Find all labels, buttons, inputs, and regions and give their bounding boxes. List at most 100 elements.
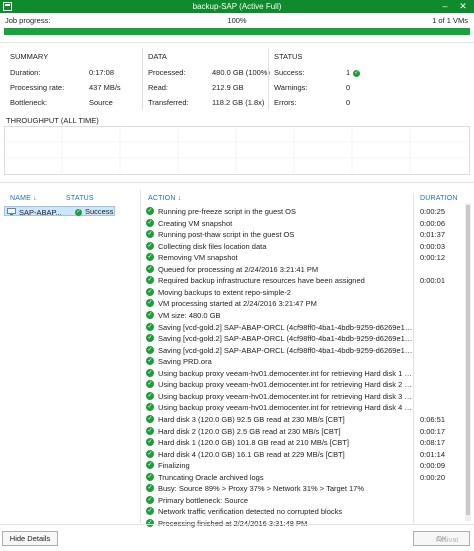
action-text: Busy: Source 89% > Proxy 37% > Network 3… (158, 484, 365, 494)
action-row[interactable]: ✓ Using backup proxy veeam-hv01.democente… (146, 379, 468, 390)
action-row[interactable]: ✓ Primary bottleneck: Source (146, 495, 468, 506)
success-check-icon: ✓ (146, 253, 154, 262)
vm-list-item[interactable]: SAP-ABAP... ✓ Success (4, 206, 115, 217)
job-progress-count: 1 of 1 VMs (432, 16, 468, 25)
success-check-icon: ✓ (146, 357, 154, 366)
action-row[interactable]: ✓ Hard disk 2 (120.0 GB) 2.5 GB read at 2… (146, 426, 468, 437)
divider (142, 48, 143, 110)
action-text: Hard disk 4 (120.0 GB) 16.1 GB read at 2… (158, 449, 345, 459)
success-check-icon: ✓ (146, 207, 154, 215)
read-label: Read: (148, 83, 169, 92)
action-log-scrollbar[interactable] (465, 203, 471, 521)
action-text: Truncating Oracle archived logs (158, 472, 264, 482)
action-row[interactable]: ✓ Saving [vcd-gold.2] SAP-ABAP-ORCL (4cf9… (146, 333, 468, 344)
action-duration: 0:01:14 (420, 449, 446, 459)
success-check-icon: ✓ (146, 484, 154, 493)
action-row[interactable]: ✓ VM size: 480.0 GB (146, 310, 468, 321)
action-duration: 0:00:25 (420, 207, 446, 216)
vm-icon (7, 208, 16, 215)
success-check-icon: ✓ (146, 391, 154, 400)
column-header-status[interactable]: STATUS (66, 195, 94, 202)
action-row[interactable]: ✓ Moving backups to extent repo-simple-2 (146, 287, 468, 298)
action-text: Saving [vcd-gold.2] SAP-ABAP-ORCL (4cf98… (158, 345, 416, 355)
success-check-icon: ✓ (146, 218, 154, 227)
action-row[interactable]: ✓ Finalizing 0:00:09 (146, 460, 468, 471)
action-row[interactable]: ✓ Collecting disk files location data 0:00… (146, 241, 468, 252)
action-text: VM size: 480.0 GB (158, 310, 221, 320)
action-row[interactable]: ✓ Creating VM snapshot 0:00:06 (146, 218, 468, 229)
action-text: Using backup proxy veeam-hv01.democenter… (158, 403, 416, 413)
success-check-icon: ✓ (146, 276, 154, 285)
column-header-action[interactable]: ACTION ↓ (148, 195, 182, 202)
action-row[interactable]: ✓ Hard disk 4 (120.0 GB) 16.1 GB read at … (146, 449, 468, 460)
hide-details-button[interactable]: Hide Details (2, 531, 58, 546)
action-text: Running pre-freeze script in the guest O… (158, 207, 296, 216)
divider (0, 182, 474, 183)
divider (268, 48, 269, 110)
action-row[interactable]: ✓ Truncating Oracle archived logs 0:00:20 (146, 472, 468, 483)
column-header-name[interactable]: NAME ↓ (10, 195, 37, 202)
column-header-duration[interactable]: DURATION (420, 195, 458, 202)
processing-rate-label: Processing rate: (10, 83, 65, 92)
warnings-label: Warnings: (274, 83, 308, 92)
action-duration: 0:00:20 (420, 472, 446, 482)
action-text: Hard disk 1 (120.0 GB) 101.8 GB read at … (158, 438, 349, 447)
check-icon: ✓ (353, 69, 361, 77)
success-check-icon: ✓ (146, 310, 154, 319)
action-row[interactable]: ✓ Running post-thaw script in the guest O… (146, 229, 468, 240)
divider (0, 42, 474, 43)
success-check-icon: ✓ (146, 507, 154, 516)
action-row[interactable]: ✓ Network traffic verification detected n… (146, 506, 468, 517)
action-text: Collecting disk files location data (158, 241, 267, 251)
action-duration: 0:00:06 (420, 218, 446, 228)
processing-rate-value: 437 MB/s (89, 83, 121, 92)
action-duration: 0:01:37 (420, 230, 446, 240)
success-check-icon: ✓ (146, 334, 154, 343)
divider (0, 524, 474, 525)
action-row[interactable]: ✓ Hard disk 3 (120.0 GB) 92.5 GB read at … (146, 414, 468, 425)
action-text: Using backup proxy veeam-hv01.democenter… (158, 391, 416, 401)
action-row[interactable]: ✓ Running pre-freeze script in the guest … (146, 206, 468, 217)
action-text: Queued for processing at 2/24/2016 3:21:… (158, 264, 319, 274)
action-row[interactable]: ✓ Saving [vcd-gold.2] SAP-ABAP-ORCL (4cf9… (146, 345, 468, 356)
success-check-icon: ✓ (146, 426, 154, 435)
success-value: 1 ✓ (346, 68, 361, 77)
action-text: Hard disk 2 (120.0 GB) 2.5 GB read at 23… (158, 426, 341, 436)
action-row[interactable]: ✓ VM processing started at 2/24/2016 3:21… (146, 298, 468, 309)
action-row[interactable]: ✓ Removing VM snapshot 0:00:12 (146, 252, 468, 263)
success-check-icon: ✓ (146, 230, 154, 239)
warnings-value: 0 (346, 83, 351, 92)
action-text: Primary bottleneck: Source (158, 495, 249, 505)
action-text: Saving [vcd-gold.2] SAP-ABAP-ORCL (4cf98… (158, 322, 416, 332)
action-duration: 0:00:17 (420, 426, 446, 436)
action-row[interactable]: ✓ Saving PRD.ora (146, 356, 468, 367)
throughput-grid (4, 126, 470, 175)
action-duration: 0:08:17 (420, 438, 446, 447)
action-text: Using backup proxy veeam-hv01.democenter… (158, 380, 416, 390)
column-header-name-label: NAME (10, 195, 32, 202)
action-text: VM processing started at 2/24/2016 3:21:… (158, 299, 317, 309)
action-text: Saving [vcd-gold.2] SAP-ABAP-ORCL (4cf98… (158, 334, 416, 344)
success-check-icon: ✓ (146, 403, 154, 412)
action-text: Creating VM snapshot (158, 218, 233, 228)
action-row[interactable]: ✓ Queued for processing at 2/24/2016 3:21… (146, 264, 468, 275)
success-check-icon: ✓ (146, 322, 154, 331)
action-text: Removing VM snapshot (158, 253, 238, 263)
action-row[interactable]: ✓ Hard disk 1 (120.0 GB) 101.8 GB read at… (146, 437, 468, 448)
close-button[interactable]: ✕ (456, 0, 470, 13)
throughput-title: THROUGHPUT (ALL TIME) (6, 116, 99, 125)
divider (140, 190, 141, 523)
action-row[interactable]: ✓ Required backup infrastructure resource… (146, 275, 468, 286)
action-row[interactable]: ✓ Using backup proxy veeam-hv01.democente… (146, 391, 468, 402)
action-row[interactable]: ✓ Busy: Source 89% > Proxy 37% > Network … (146, 483, 468, 494)
action-row[interactable]: ✓ Using backup proxy veeam-hv01.democente… (146, 402, 468, 413)
minimize-button[interactable]: – (438, 0, 452, 13)
bottleneck-label: Bottleneck: (10, 98, 48, 107)
action-row[interactable]: ✓ Using backup proxy veeam-hv01.democente… (146, 368, 468, 379)
title-bar: backup-SAP (Active Full) – ✕ (0, 0, 474, 13)
scrollbar-thumb[interactable] (466, 205, 470, 515)
action-row[interactable]: ✓ Saving [vcd-gold.2] SAP-ABAP-ORCL (4cf9… (146, 322, 468, 333)
duration-label: Duration: (10, 68, 41, 77)
action-duration: 0:00:03 (420, 241, 446, 251)
action-text: Network traffic verification detected no… (158, 507, 343, 517)
